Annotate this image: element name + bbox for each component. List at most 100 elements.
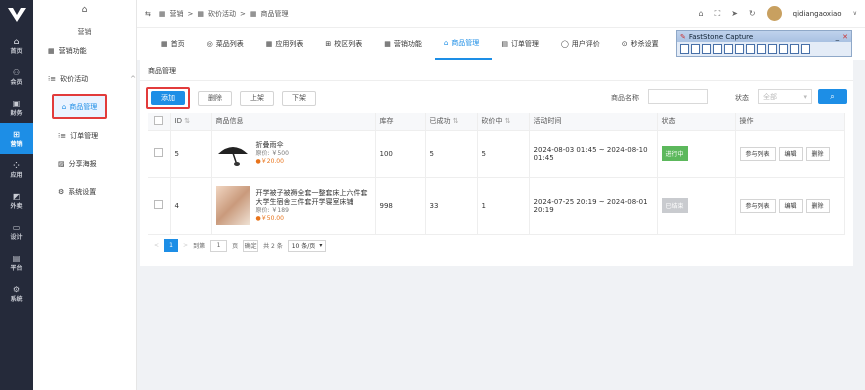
tab-product-mgmt[interactable]: ⌂ 商品管理 (434, 28, 493, 60)
nav-design[interactable]: ▭ 设计 (0, 216, 33, 247)
add-button[interactable]: 添加 (151, 91, 185, 105)
divider (140, 80, 853, 81)
status-label: 状态 (735, 94, 749, 102)
nav-apps[interactable]: ⁘ 应用 (0, 154, 33, 185)
product-name-input[interactable] (648, 89, 708, 104)
sub-nav-home[interactable]: ⌂ (33, 0, 136, 15)
avatar[interactable] (766, 6, 782, 21)
sub-nav-title: 营销 (77, 28, 92, 36)
timer-icon[interactable] (779, 44, 788, 54)
nav-system[interactable]: ⚙ 系统 (0, 278, 33, 309)
select-all-checkbox[interactable] (154, 115, 163, 125)
send-icon[interactable]: ➤ (731, 9, 738, 18)
goto-confirm-button[interactable]: 确定 (243, 239, 259, 252)
capture-freehand-icon[interactable] (713, 44, 722, 54)
sort-icon[interactable]: ⇅ (505, 117, 511, 125)
row-checkbox[interactable] (154, 200, 163, 209)
nav-platform[interactable]: ▤ 平台 (0, 247, 33, 278)
nav-member[interactable]: ⚇ 会员 (0, 61, 33, 92)
sub-nav-product-mgmt[interactable]: ⌂ 商品管理 (52, 94, 107, 119)
capture-scroll-icon[interactable] (735, 44, 744, 54)
tab-orders[interactable]: ▤ 订单管理 (492, 28, 552, 60)
username[interactable]: qidiangaoxiao (793, 10, 842, 18)
capture-fullscreen-icon[interactable] (724, 44, 733, 54)
platform-icon: ▤ (12, 253, 21, 263)
grid-icon: ▦ (161, 40, 168, 48)
output-icon[interactable] (768, 44, 777, 54)
sub-nav-system-settings[interactable]: ⚙ 系统设置 (58, 187, 96, 197)
nav-home[interactable]: ⌂ 首页 (0, 30, 33, 61)
capture-window-icon[interactable] (680, 44, 689, 54)
refresh-icon[interactable]: ↻ (749, 9, 756, 18)
row-product: 开学被子被褥全套一整套床上六件套大学生宿舍三件套开学寝室床铺 原价: ￥189 … (211, 177, 376, 235)
order-icon: ▤ (501, 40, 508, 48)
sort-icon[interactable]: ⇅ (184, 117, 190, 125)
sort-icon[interactable]: ⇅ (453, 117, 459, 125)
row-checkbox[interactable] (154, 148, 163, 157)
page-current[interactable]: 1 (164, 239, 179, 252)
participants-button[interactable]: 参与列表 (739, 198, 776, 213)
goto-label: 到第 (193, 243, 206, 250)
capture-fixed-icon[interactable] (746, 44, 755, 54)
status-select[interactable]: 全部 ▾ (758, 89, 812, 104)
faststone-title-bar[interactable]: ✎ FastStone Capture _ ✕ (677, 31, 851, 42)
nav-marketing[interactable]: ⊞ 营销 (0, 123, 33, 154)
prev-page-icon[interactable]: < (154, 242, 159, 249)
col-id[interactable]: ID ⇅ (170, 113, 212, 131)
off-shelf-button[interactable]: 下架 (282, 90, 316, 106)
order-icon: ⁝≡ (58, 132, 67, 140)
delete-button[interactable]: 删除 (805, 146, 830, 161)
tab-seckill[interactable]: ⊙ 秒杀设置 (613, 28, 672, 60)
close-icon[interactable]: ✕ (842, 33, 848, 41)
sub-nav-marketing-func[interactable]: ▦ 营销功能 (48, 46, 87, 56)
search-button[interactable]: ⌕ (818, 89, 847, 104)
tab-home[interactable]: ▦ 首页 (152, 28, 198, 60)
sub-nav-bargain[interactable]: ⁝≡ 砍价活动 ^ (48, 74, 136, 84)
grid-icon: ▦ (249, 10, 257, 18)
sub-nav: ⌂ 营销 ▦ 营销功能 ⁝≡ 砍价活动 ^ ⌂ 商品管理 ⁝≡ 订单管理 ▨ 分享海报 ⚙ 系… (33, 0, 137, 390)
edit-button[interactable]: 编辑 (778, 198, 803, 213)
page-size-select[interactable]: 10 条/页 ▾ (287, 239, 327, 252)
product-name: 折叠雨伞 (255, 141, 284, 149)
capture-rect-icon[interactable] (702, 44, 711, 54)
chevron-up-icon: ^ (130, 75, 136, 83)
tab-marketing[interactable]: ▦ 营销功能 (375, 28, 435, 60)
sub-nav-order-mgmt[interactable]: ⁝≡ 订单管理 (58, 131, 98, 141)
tab-reviews[interactable]: ◯ 用户评价 (552, 28, 613, 60)
status-badge: 已结束 (661, 198, 688, 213)
breadcrumb-item[interactable]: 砍价活动 (208, 9, 236, 19)
tab-campus[interactable]: ⊞ 校区列表 (316, 28, 375, 60)
menu-toggle-icon[interactable]: ⇆ (145, 10, 151, 18)
col-success[interactable]: 已成功 ⇅ (425, 113, 478, 131)
on-shelf-button[interactable]: 上架 (240, 90, 274, 106)
col-product: 商品信息 (211, 113, 376, 131)
capture-video-icon[interactable] (757, 44, 766, 54)
original-price: 原价: ￥500 (255, 150, 289, 157)
finance-icon: ▣ (12, 98, 21, 108)
capture-object-icon[interactable] (691, 44, 700, 54)
goto-page-input[interactable]: 1 (210, 239, 228, 252)
lock-icon[interactable]: ⌂ (699, 9, 704, 18)
col-stock: 库存 (375, 113, 426, 131)
chevron-down-icon[interactable]: ∨ (853, 10, 857, 17)
help-icon[interactable] (801, 44, 810, 54)
row-status-cell: 进行中 (657, 130, 736, 178)
settings-icon[interactable] (790, 44, 799, 54)
tab-dishes[interactable]: ◎ 菜品列表 (198, 28, 257, 60)
delete-button[interactable]: 删除 (805, 198, 830, 213)
delete-button[interactable]: 删除 (198, 90, 232, 106)
tab-apps[interactable]: ▦ 应用列表 (257, 28, 317, 60)
edit-button[interactable]: 编辑 (778, 146, 803, 161)
breadcrumb-item[interactable]: 营销 (170, 9, 184, 19)
nav-takeout[interactable]: ◩ 外卖 (0, 185, 33, 216)
row-success: 33 (425, 177, 478, 235)
faststone-capture-window[interactable]: ✎ FastStone Capture _ ✕ (676, 30, 852, 57)
col-bargaining[interactable]: 砍价中 ⇅ (477, 113, 530, 131)
fullscreen-icon[interactable]: ⛶ (715, 9, 721, 19)
minimize-icon[interactable]: _ (836, 33, 840, 41)
nav-finance[interactable]: ▣ 财务 (0, 92, 33, 123)
bargain-price: ●￥20.00 (255, 158, 284, 165)
participants-button[interactable]: 参与列表 (739, 146, 776, 161)
next-page-icon[interactable]: > (183, 242, 188, 249)
sub-nav-share-poster[interactable]: ▨ 分享海报 (58, 159, 97, 169)
